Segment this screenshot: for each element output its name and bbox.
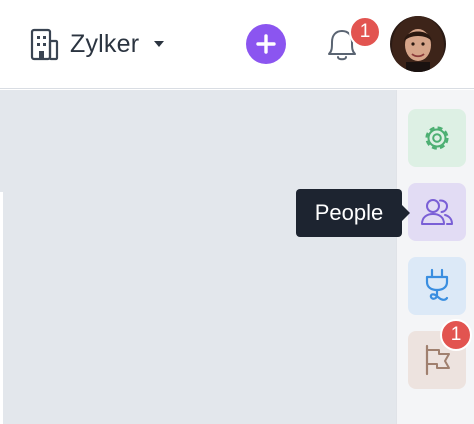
notifications-button[interactable]: 1 (323, 16, 381, 64)
org-switcher[interactable]: Zylker (28, 26, 165, 62)
people-tooltip: People (296, 189, 410, 237)
panel-edge (0, 192, 3, 424)
building-icon (30, 28, 59, 61)
people-button[interactable] (408, 183, 466, 241)
people-icon (421, 199, 453, 225)
top-bar: Zylker 1 (0, 0, 474, 89)
tooltip-label: People (314, 200, 384, 225)
plug-icon (425, 268, 449, 301)
gear-icon (425, 126, 449, 150)
notification-badge: 1 (349, 16, 381, 48)
add-button[interactable] (246, 24, 286, 64)
chevron-down-icon (154, 41, 165, 47)
avatar[interactable] (390, 16, 446, 72)
flag-button[interactable]: 1 (408, 319, 472, 389)
flag-badge: 1 (440, 319, 472, 351)
settings-button[interactable] (408, 109, 466, 167)
tooltip-arrow (402, 205, 410, 221)
profile-photo (390, 16, 446, 72)
main-content (0, 90, 396, 424)
org-name: Zylker (70, 29, 140, 58)
right-rail: 1 (396, 90, 474, 424)
plus-icon (256, 34, 276, 54)
integrations-button[interactable] (408, 257, 466, 315)
